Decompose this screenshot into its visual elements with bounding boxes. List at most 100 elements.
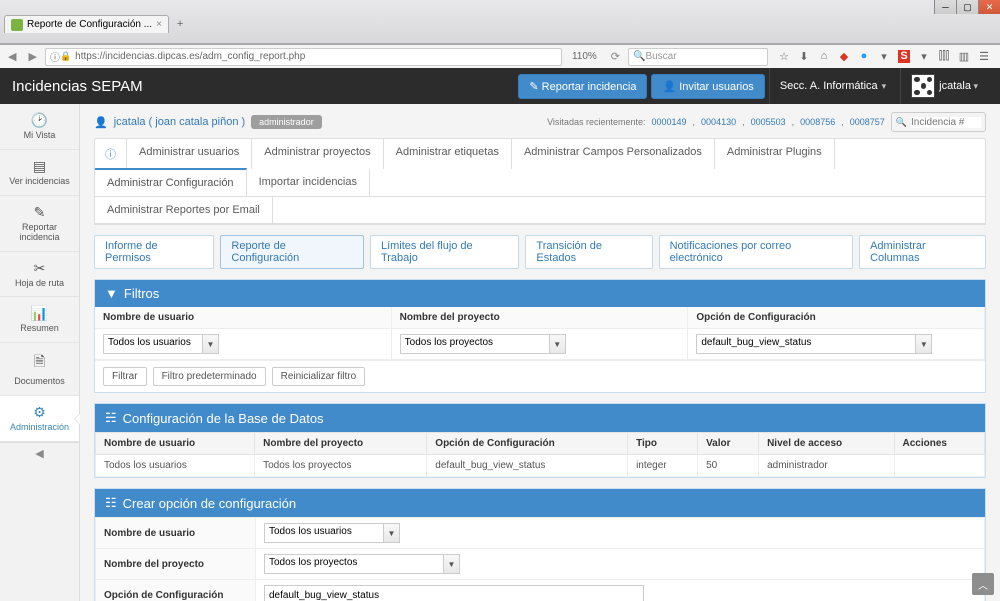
subtab-workflow-transitions[interactable]: Transición de Estados [525, 235, 652, 269]
recent-link-3[interactable]: 0008756 [800, 117, 835, 127]
info-icon: ⓘ [50, 49, 60, 64]
home-icon[interactable]: ⌂ [818, 50, 830, 63]
tab-title: Reporte de Configuración ... [27, 19, 152, 30]
subtab-email-notifications[interactable]: Notificaciones por correo electrónico [659, 235, 854, 269]
browser-search[interactable]: 🔍 Buscar [628, 48, 768, 66]
roadmap-icon: ✂ [34, 260, 46, 277]
sidebar-icon[interactable]: ▥ [958, 50, 970, 63]
chevron-down-icon[interactable]: ▼ [444, 554, 460, 574]
zoom-level[interactable]: 110% [566, 51, 603, 62]
window-minimize[interactable]: － [934, 0, 956, 14]
create-project-select[interactable]: Todos los proyectos▼ [264, 554, 460, 574]
create-option-input[interactable] [264, 585, 644, 601]
subtab-config-report[interactable]: Reporte de Configuración [220, 235, 364, 269]
create-option-panel: ☷ Crear opción de configuración Nombre d… [94, 488, 986, 601]
library-icon[interactable]: ⫿⫿⫿ [938, 50, 950, 63]
browser-toolbar-icons: ☆ ⬇ ⌂ ◆ ● ▾ S ▾ ⫿⫿⫿ ▥ ☰ [772, 50, 996, 63]
sidebar-item-my-view[interactable]: 🕑Mi Vista [0, 104, 79, 150]
db-config-panel: ☵ Configuración de la Base de Datos Nomb… [94, 403, 986, 478]
breadcrumb-user-link[interactable]: jcatala ( joan catala piñon ) [114, 116, 245, 128]
th-user: Nombre de usuario [96, 433, 255, 455]
ext4-icon[interactable]: S [898, 50, 910, 63]
filter-option-select[interactable]: default_bug_view_status▼ [696, 334, 932, 354]
browser-tab[interactable]: Reporte de Configuración ... × [4, 15, 169, 33]
recent-link-2[interactable]: 0005503 [751, 117, 786, 127]
subtab-permissions[interactable]: Informe de Permisos [94, 235, 214, 269]
ext3-icon[interactable]: ▾ [878, 50, 890, 63]
chevron-down-icon[interactable]: ▼ [384, 523, 400, 543]
tab-manage-plugins[interactable]: Administrar Plugins [715, 139, 835, 169]
chevron-down-icon[interactable]: ▼ [550, 334, 566, 354]
ext5-icon[interactable]: ▾ [918, 50, 930, 63]
subtab-workflow-thresholds[interactable]: Límites del flujo de Trabajo [370, 235, 519, 269]
chevron-down-icon[interactable]: ▼ [203, 334, 219, 354]
dashboard-icon: 🕑 [31, 112, 48, 129]
tab-email-reports[interactable]: Administrar Reportes por Email [95, 197, 273, 223]
filter-label-user: Nombre de usuario [95, 307, 392, 329]
section-dropdown[interactable]: Secc. A. Informática [769, 68, 896, 104]
sidebar-collapse-button[interactable]: ◀ [0, 442, 79, 464]
tab-close-icon[interactable]: × [156, 19, 162, 30]
create-label-project: Nombre del proyecto [96, 549, 256, 580]
breadcrumb: 👤 jcatala ( joan catala piñon ) administ… [94, 115, 322, 129]
window-maximize[interactable]: ▢ [956, 0, 978, 14]
sidebar-item-report-issue[interactable]: ✎Reportar incidencia [0, 196, 79, 252]
menu-icon[interactable]: ☰ [978, 50, 990, 63]
report-incident-button[interactable]: ✎ Reportar incidencia [518, 74, 647, 99]
recent-link-4[interactable]: 0008757 [850, 117, 885, 127]
search-icon: 🔍 [896, 117, 907, 128]
issue-search[interactable]: 🔍 [891, 112, 986, 132]
sidebar-item-view-issues[interactable]: ▤Ver incidencias [0, 150, 79, 196]
recent-label: Visitadas recientemente: [547, 117, 645, 127]
download-icon[interactable]: ⬇ [798, 50, 810, 63]
url-field[interactable]: ⓘ 🔒 https://incidencias.dipcas.es/adm_co… [45, 48, 562, 66]
lock-icon: 🔒 [60, 51, 71, 62]
chart-icon: 📊 [31, 305, 48, 322]
sidebar-item-admin[interactable]: ⚙Administración [0, 396, 79, 442]
tab-info[interactable]: ⓘ [95, 139, 127, 169]
app-title[interactable]: Incidencias SEPAM [12, 78, 143, 95]
role-badge: administrador [251, 115, 322, 129]
tab-manage-users[interactable]: Administrar usuarios [127, 139, 252, 169]
star-icon[interactable]: ☆ [778, 50, 790, 63]
tab-manage-tags[interactable]: Administrar etiquetas [384, 139, 512, 169]
tab-manage-config[interactable]: Administrar Configuración [95, 168, 247, 196]
filter-project-select[interactable]: Todos los proyectos▼ [400, 334, 566, 354]
filter-apply-button[interactable]: Filtrar [103, 367, 147, 386]
create-label-user: Nombre de usuario [96, 518, 256, 549]
scroll-top-button[interactable]: ︿ [972, 573, 994, 595]
recent-link-1[interactable]: 0004130 [701, 117, 736, 127]
sidebar-item-roadmap[interactable]: ✂Hoja de ruta [0, 252, 79, 298]
app-navbar: Incidencias SEPAM ✎ Reportar incidencia … [0, 68, 1000, 104]
tab-manage-custom-fields[interactable]: Administrar Campos Personalizados [512, 139, 715, 169]
sidebar-item-docs[interactable]: 🗎Documentos [0, 343, 79, 396]
issue-search-input[interactable] [911, 117, 981, 128]
address-bar: ◀ ▶ ⓘ 🔒 https://incidencias.dipcas.es/ad… [0, 44, 1000, 68]
th-option: Opción de Configuración [427, 433, 628, 455]
th-access: Nivel de acceso [759, 433, 894, 455]
create-user-select[interactable]: Todos los usuarios▼ [264, 523, 400, 543]
invite-users-button[interactable]: 👤 Invitar usuarios [651, 74, 764, 99]
tab-import-issues[interactable]: Importar incidencias [247, 169, 370, 196]
subtab-manage-columns[interactable]: Administrar Columnas [859, 235, 986, 269]
filter-default-button[interactable]: Filtro predeterminado [153, 367, 266, 386]
ext2-icon[interactable]: ● [858, 50, 870, 63]
window-close[interactable]: ✕ [978, 0, 1000, 14]
chevron-down-icon[interactable]: ▼ [916, 334, 932, 354]
tab-manage-projects[interactable]: Administrar proyectos [252, 139, 383, 169]
sidebar-item-summary[interactable]: 📊Resumen [0, 297, 79, 343]
th-type: Tipo [628, 433, 698, 455]
filters-panel: ▼ Filtros Nombre de usuario Nombre del p… [94, 279, 986, 393]
ext1-icon[interactable]: ◆ [838, 50, 850, 63]
user-menu[interactable]: jcatala [900, 68, 988, 104]
filter-reset-button[interactable]: Reinicializar filtro [272, 367, 366, 386]
back-button[interactable]: ◀ [4, 50, 20, 63]
filter-label-project: Nombre del proyecto [392, 307, 689, 329]
refresh-button[interactable]: ⟳ [607, 50, 624, 63]
forward-button[interactable]: ▶ [24, 50, 40, 63]
recent-link-0[interactable]: 0000149 [651, 117, 686, 127]
filter-user-select[interactable]: Todos los usuarios▼ [103, 334, 219, 354]
user-name: jcatala [939, 80, 978, 92]
create-icon: ☷ [105, 495, 117, 511]
new-tab-button[interactable]: + [171, 18, 189, 30]
